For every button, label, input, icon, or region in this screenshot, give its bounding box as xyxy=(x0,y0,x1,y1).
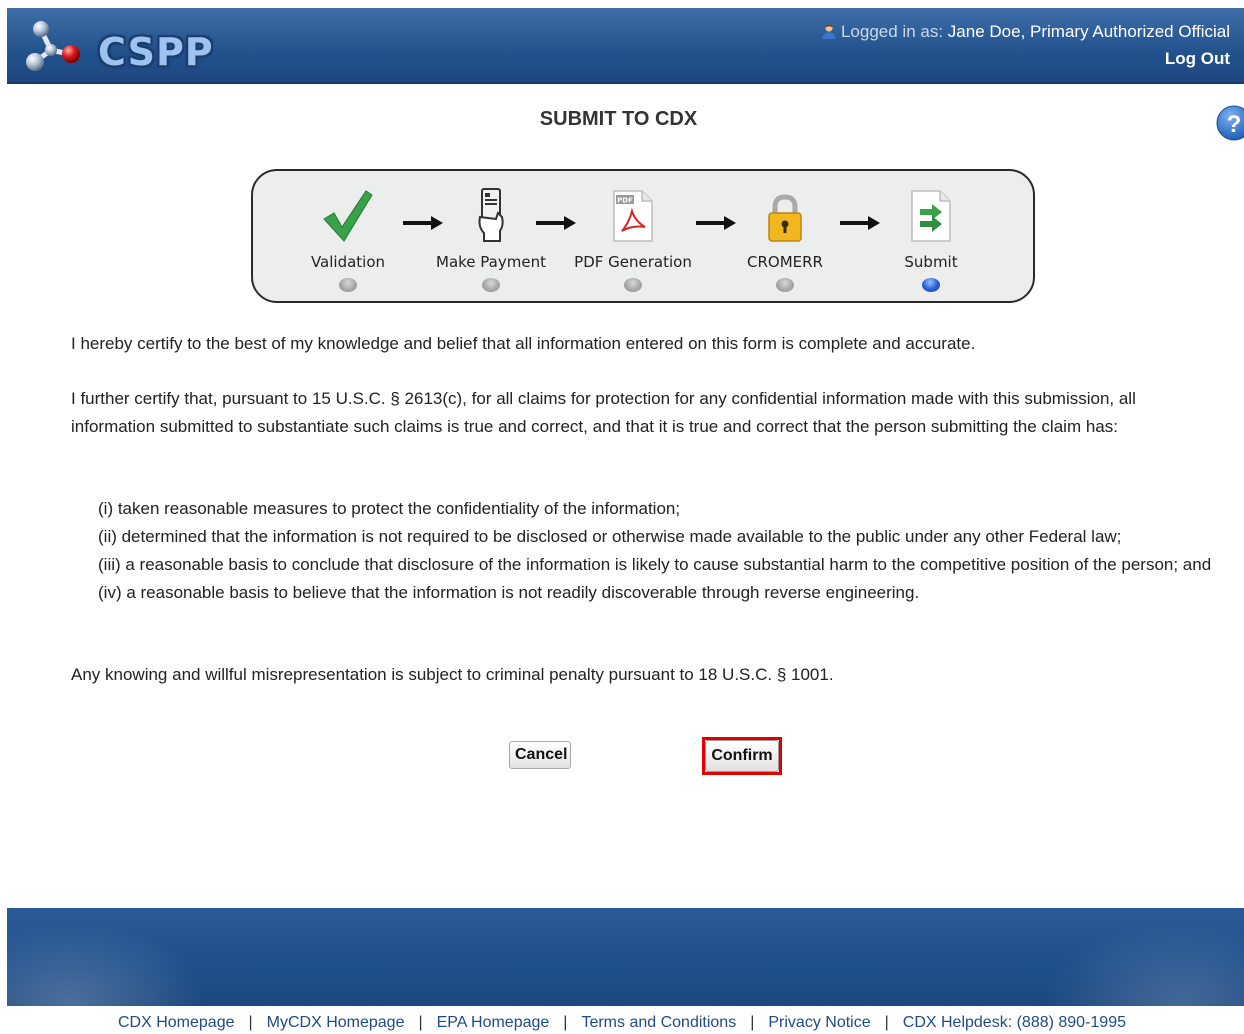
cspp-logo[interactable]: CSPP xyxy=(21,18,214,74)
footer-link-terms[interactable]: Terms and Conditions xyxy=(581,1014,736,1031)
certification-paragraph-1: I hereby certify to the best of my knowl… xyxy=(71,334,976,353)
step-submit: Submit xyxy=(866,183,996,292)
step-status-dot-active xyxy=(922,278,940,292)
footer-link-privacy[interactable]: Privacy Notice xyxy=(768,1014,870,1031)
footer-band xyxy=(7,908,1244,1006)
molecule-logo-icon xyxy=(26,21,80,71)
footer-separator: | xyxy=(563,1014,568,1031)
logged-in-label: Logged in as: xyxy=(840,22,944,41)
footer-link-helpdesk[interactable]: CDX Helpdesk: (888) 890-1995 xyxy=(903,1014,1126,1031)
checkmark-icon xyxy=(323,190,373,242)
footer-separator: | xyxy=(418,1014,423,1031)
footer-link-cdx-homepage[interactable]: CDX Homepage xyxy=(118,1014,235,1031)
step-status-dot xyxy=(776,278,794,292)
step-status-dot xyxy=(482,278,500,292)
step-status-dot xyxy=(624,278,642,292)
step-label: Make Payment xyxy=(436,253,546,271)
footer-separator: | xyxy=(884,1014,889,1031)
logo-text: CSPP xyxy=(98,30,214,74)
step-label: PDF Generation xyxy=(574,253,692,271)
logged-in-line: Logged in as: Jane Doe, Primary Authoriz… xyxy=(821,22,1230,42)
list-item: (iv) a reasonable basis to believe that … xyxy=(98,583,920,602)
step-make-payment: Make Payment xyxy=(426,183,556,292)
step-validation: Validation xyxy=(283,183,413,292)
footer-separator: | xyxy=(248,1014,253,1031)
confirm-highlight: Confirm xyxy=(702,737,782,775)
certification-paragraph-2: I further certify that, pursuant to 15 U… xyxy=(71,389,1136,436)
list-item: (i) taken reasonable measures to protect… xyxy=(98,499,681,518)
submission-progress: Validation Make Payment PDF PDF Generati… xyxy=(251,169,1035,303)
step-label: Validation xyxy=(310,253,386,271)
user-icon xyxy=(822,24,836,39)
pdf-icon: PDF xyxy=(613,190,653,242)
certification-list: (i) taken reasonable measures to protect… xyxy=(98,495,1213,607)
footer-links: CDX Homepage | MyCDX Homepage | EPA Homepage… xyxy=(0,1014,1244,1032)
certification-paragraph-3: Any knowing and willful misrepresentatio… xyxy=(71,665,834,684)
step-pdf-generation: PDF PDF Generation xyxy=(568,183,698,292)
step-label: CROMERR xyxy=(747,253,823,271)
lock-icon xyxy=(768,194,802,242)
footer-link-mycdx-homepage[interactable]: MyCDX Homepage xyxy=(267,1014,405,1031)
svg-text:PDF: PDF xyxy=(617,197,633,205)
footer-separator: | xyxy=(750,1014,755,1031)
footer-link-epa-homepage[interactable]: EPA Homepage xyxy=(437,1014,550,1031)
user-area: Logged in as: Jane Doe, Primary Authoriz… xyxy=(821,22,1230,69)
logout-link[interactable]: Log Out xyxy=(821,49,1230,69)
payment-card-icon xyxy=(478,188,504,242)
page-title: SUBMIT TO CDX xyxy=(539,108,698,130)
step-status-dot xyxy=(339,278,357,292)
list-item: (ii) determined that the information is … xyxy=(98,527,1122,546)
list-item: (iii) a reasonable basis to conclude tha… xyxy=(98,555,1212,574)
cancel-button[interactable]: Cancel xyxy=(509,741,571,769)
step-label: Submit xyxy=(904,253,958,271)
user-name: Jane Doe, Primary Authorized Official xyxy=(947,22,1230,41)
step-cromerr: CROMERR xyxy=(720,183,850,292)
confirm-button[interactable]: Confirm xyxy=(705,740,779,772)
submit-arrow-icon xyxy=(911,190,951,242)
header-bar: CSPP Logged in as: Jane Doe, Primary Aut… xyxy=(7,8,1244,84)
